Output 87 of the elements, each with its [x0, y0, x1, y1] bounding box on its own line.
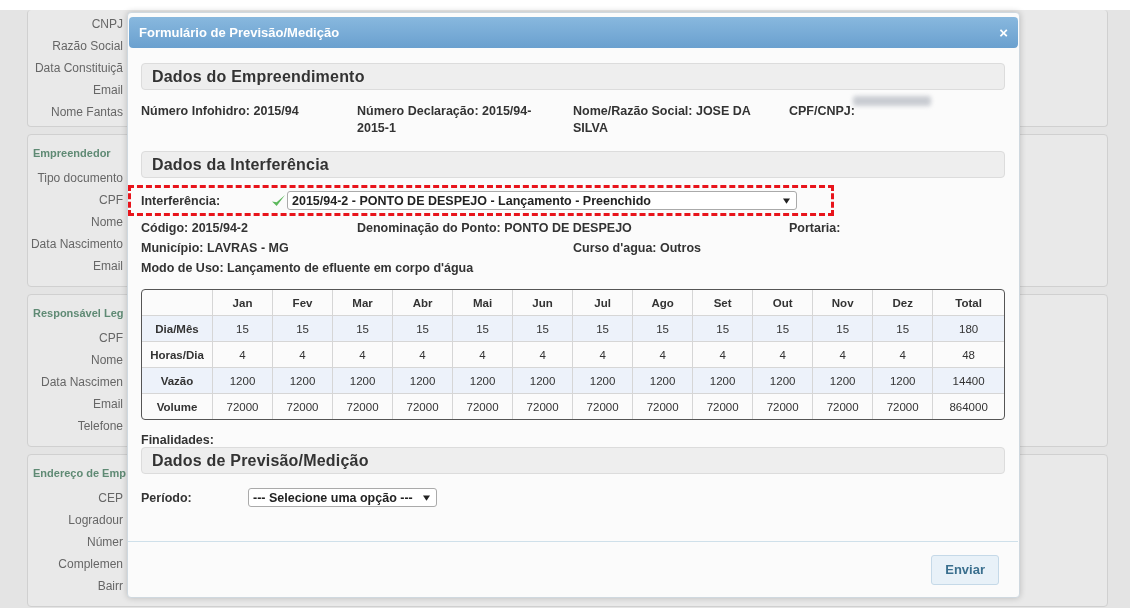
- row-header: Dia/Mês: [142, 315, 212, 341]
- section-header: Dados do Empreendimento: [141, 63, 1005, 90]
- period-select[interactable]: --- Selecione uma opção ---: [248, 488, 437, 507]
- table-cell: 15: [572, 315, 633, 341]
- field-label: Nome: [91, 353, 123, 367]
- table-cell: 1200: [572, 367, 633, 393]
- info-text: Curso d'agua: Outros: [573, 240, 702, 256]
- info-text: Modo de Uso: Lançamento de efluente em corpo d'água: [141, 260, 475, 276]
- submit-button[interactable]: Enviar: [931, 554, 999, 585]
- table-cell: 72000: [812, 393, 873, 419]
- interference-select[interactable]: 2015/94-2 - PONTO DE DESPEJO - Lançamento - Preenchido: [287, 191, 797, 210]
- panel-heading: Responsável Leg: [33, 307, 124, 319]
- table-cell: 1200: [752, 367, 813, 393]
- table-cell: 1200: [212, 367, 272, 393]
- field-label: Razão Social: [52, 39, 123, 53]
- panel-heading: Endereço de Emp: [33, 467, 126, 479]
- table-cell: 15: [392, 315, 453, 341]
- table-cell: 72000: [512, 393, 573, 419]
- field-label: Tipo documento: [37, 171, 123, 185]
- field-label: Númer: [87, 535, 123, 549]
- table-cell: 72000: [452, 393, 513, 419]
- section-header: Dados da Interferência: [141, 151, 1005, 178]
- table-cell: 15: [812, 315, 873, 341]
- table-cell: 15: [212, 315, 272, 341]
- table-cell: 72000: [872, 393, 933, 419]
- table-cell: 180: [932, 315, 1004, 341]
- field-label: Telefone: [77, 419, 123, 433]
- info-text: Código: 2015/94-2: [141, 220, 249, 236]
- table-cell: 1200: [332, 367, 393, 393]
- info-text: Município: LAVRAS - MG: [141, 240, 290, 256]
- table-cell: 15: [452, 315, 513, 341]
- field-label: Bairr: [97, 579, 123, 593]
- field-label: CPF: [99, 193, 123, 207]
- table-cell: 72000: [272, 393, 333, 419]
- row-header: Vazão: [142, 367, 212, 393]
- info-text: Portaria:: [789, 220, 842, 236]
- table-cell: 72000: [632, 393, 693, 419]
- field-label: Data Nascimen: [40, 375, 123, 389]
- info-text: Denominação do Ponto: PONTO DE DESPEJO: [357, 220, 633, 236]
- table-cell: 72000: [752, 393, 813, 419]
- field-label: Interferência:: [141, 193, 222, 208]
- field-label: Data Nascimento: [30, 237, 123, 251]
- table-cell: 15: [332, 315, 393, 341]
- field-label: Email: [93, 397, 123, 411]
- field-label: CNPJ: [91, 17, 123, 31]
- table-cell: 72000: [212, 393, 272, 419]
- table-cell: 14400: [932, 367, 1004, 393]
- field-label: Nome Fantas: [50, 105, 123, 119]
- info-text: Nome/Razão Social: JOSE DA SILVA: [573, 103, 752, 137]
- table-cell: 1200: [512, 367, 573, 393]
- table-cell: 15: [272, 315, 333, 341]
- table-cell: 1200: [632, 367, 693, 393]
- field-label: Período:: [141, 490, 193, 505]
- info-text: CPF/CNPJ:: [789, 103, 856, 120]
- table-cell: 72000: [392, 393, 453, 419]
- field-label: Data Constituiçã: [34, 61, 123, 75]
- table-cell: 72000: [572, 393, 633, 419]
- table-cell: 1200: [692, 367, 753, 393]
- row-header: Volume: [142, 393, 212, 419]
- table-cell: 72000: [692, 393, 753, 419]
- table-cell: 72000: [332, 393, 393, 419]
- table-cell: 15: [752, 315, 813, 341]
- info-text: Número Infohidro: 2015/94: [141, 103, 300, 120]
- table-cell: 1200: [392, 367, 453, 393]
- field-label: Nome: [91, 215, 123, 229]
- section-header: Dados de Previsão/Medição: [141, 447, 1005, 474]
- field-label: Complemen: [58, 557, 123, 571]
- table-cell: 1200: [452, 367, 513, 393]
- panel-heading: Empreendedor: [33, 147, 111, 159]
- table-cell: 15: [692, 315, 753, 341]
- field-label: Email: [93, 259, 123, 273]
- table-cell: 1200: [872, 367, 933, 393]
- info-text: Número Declaração: 2015/94-2015-1: [357, 103, 533, 137]
- table-cell: 864000: [932, 393, 1004, 419]
- table-cell: 1200: [272, 367, 333, 393]
- table-cell: 15: [632, 315, 693, 341]
- table-cell: 15: [512, 315, 573, 341]
- field-label: Email: [93, 83, 123, 97]
- table-cell: 15: [872, 315, 933, 341]
- table-cell: 1200: [812, 367, 873, 393]
- caret-icon: [783, 197, 790, 204]
- dialog-title: Formulário de Previsão/Medição: [139, 25, 340, 40]
- field-label: CPF: [99, 331, 123, 345]
- caret-icon: [422, 494, 430, 501]
- field-label: Logradour: [68, 513, 123, 527]
- field-label: CEP: [98, 491, 123, 505]
- field-label: Finalidades:: [141, 433, 215, 447]
